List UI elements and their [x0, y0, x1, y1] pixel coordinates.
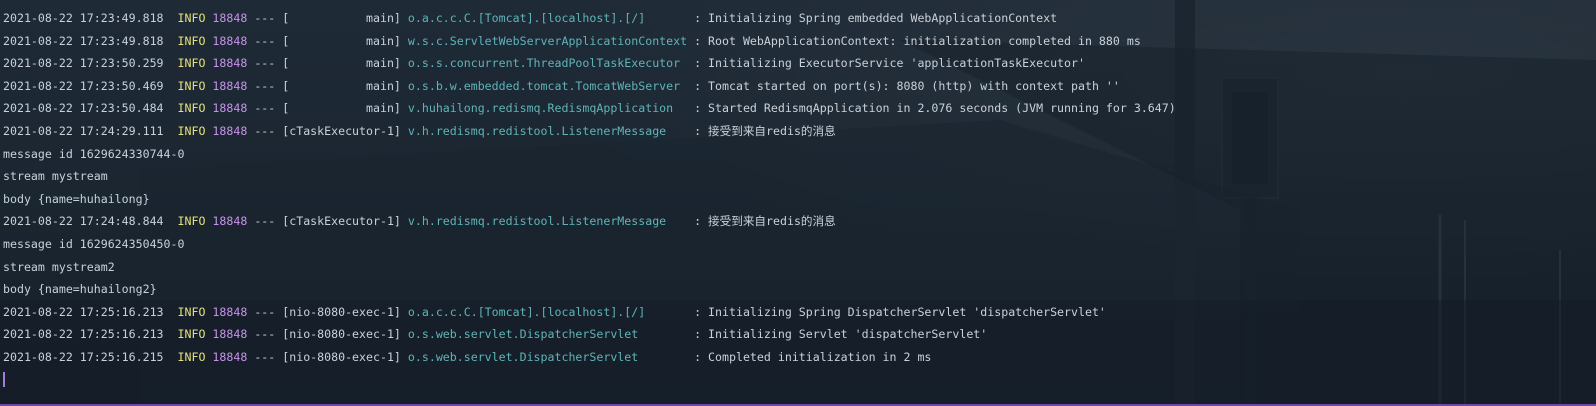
log-thread: [ main]	[282, 101, 401, 116]
log-thread: [nio-8080-exec-1]	[282, 349, 401, 364]
log-thread: [ main]	[282, 33, 401, 48]
log-logger: o.s.b.w.embedded.tomcat.TomcatWebServer	[407, 78, 688, 93]
log-line: 2021-08-22 17:23:50.259 INFO 18848 --- […	[3, 52, 1596, 75]
output-line: body {name=huhailong2}	[3, 282, 157, 297]
log-level: INFO	[177, 101, 206, 116]
log-timestamp: 2021-08-22 17:25:16.213	[3, 327, 164, 342]
log-timestamp: 2021-08-22 17:23:50.259	[3, 56, 164, 71]
log-timestamp: 2021-08-22 17:23:50.469	[3, 78, 164, 93]
log-level: INFO	[177, 327, 206, 342]
output-line: stream mystream	[3, 169, 108, 184]
log-message: : Initializing Servlet 'dispatcherServle…	[694, 327, 988, 342]
log-level: INFO	[177, 214, 206, 229]
log-message: : Root WebApplicationContext: initializa…	[694, 33, 1141, 48]
output-line: stream mystream2	[3, 259, 115, 274]
log-separator: ---	[254, 327, 276, 342]
log-logger: v.h.redismq.redistool.ListenerMessage	[407, 214, 688, 229]
console-output[interactable]: 2021-08-22 17:23:49.818 INFO 18848 --- […	[3, 7, 1596, 369]
log-thread: [nio-8080-exec-1]	[282, 304, 401, 319]
log-message: : Tomcat started on port(s): 8080 (http)…	[694, 78, 1120, 93]
log-message: : 接受到来自redis的消息	[694, 214, 836, 229]
log-message: : 接受到来自redis的消息	[694, 123, 836, 138]
log-line: 2021-08-22 17:23:50.484 INFO 18848 --- […	[3, 97, 1596, 120]
log-line: 2021-08-22 17:25:16.213 INFO 18848 --- […	[3, 301, 1596, 324]
log-logger: o.a.c.c.C.[Tomcat].[localhost].[/]	[407, 304, 688, 319]
log-timestamp: 2021-08-22 17:23:50.484	[3, 101, 164, 116]
log-message: : Initializing Spring embedded WebApplic…	[694, 11, 1058, 25]
log-logger: v.huhailong.redismq.RedismqApplication	[407, 101, 688, 116]
log-pid: 18848	[212, 327, 248, 342]
log-level: INFO	[177, 123, 206, 138]
output-line: message id 1629624330744-0	[3, 146, 185, 161]
output-line: body {name=huhailong}	[3, 191, 150, 206]
log-line: 2021-08-22 17:24:29.111 INFO 18848 --- […	[3, 120, 1596, 143]
log-timestamp: 2021-08-22 17:24:29.111	[3, 123, 164, 138]
log-timestamp: 2021-08-22 17:24:48.844	[3, 214, 164, 229]
log-separator: ---	[254, 33, 276, 48]
log-message: : Started RedismqApplication in 2.076 se…	[694, 101, 1176, 116]
log-logger: o.s.s.concurrent.ThreadPoolTaskExecutor	[407, 56, 688, 71]
log-separator: ---	[254, 123, 276, 138]
log-level: INFO	[177, 33, 206, 48]
log-message: : Initializing Spring DispatcherServlet …	[694, 304, 1106, 319]
log-logger: o.s.web.servlet.DispatcherServlet	[407, 327, 688, 342]
log-thread: [ main]	[282, 78, 401, 93]
log-thread: [ main]	[282, 56, 401, 71]
log-thread: [ main]	[282, 11, 401, 25]
log-pid: 18848	[212, 349, 248, 364]
log-logger: w.s.c.ServletWebServerApplicationContext	[407, 33, 688, 48]
log-logger: o.s.web.servlet.DispatcherServlet	[407, 349, 688, 364]
log-level: INFO	[177, 78, 206, 93]
log-thread: [nio-8080-exec-1]	[282, 327, 401, 342]
log-separator: ---	[254, 304, 276, 319]
log-timestamp: 2021-08-22 17:25:16.215	[3, 349, 164, 364]
log-pid: 18848	[212, 123, 248, 138]
log-message: : Initializing ExecutorService 'applicat…	[694, 56, 1085, 71]
log-separator: ---	[254, 78, 276, 93]
log-pid: 18848	[212, 101, 248, 116]
text-cursor[interactable]	[3, 372, 5, 387]
log-line: 2021-08-22 17:23:49.818 INFO 18848 --- […	[3, 30, 1596, 53]
log-separator: ---	[254, 214, 276, 229]
log-line: 2021-08-22 17:25:16.215 INFO 18848 --- […	[3, 346, 1596, 369]
log-pid: 18848	[212, 214, 248, 229]
log-line: 2021-08-22 17:24:48.844 INFO 18848 --- […	[3, 210, 1596, 233]
log-pid: 18848	[212, 56, 248, 71]
log-level: INFO	[177, 11, 206, 25]
log-logger: v.h.redismq.redistool.ListenerMessage	[407, 123, 688, 138]
log-message: : Completed initialization in 2 ms	[694, 349, 932, 364]
log-level: INFO	[177, 56, 206, 71]
log-pid: 18848	[212, 78, 248, 93]
log-thread: [cTaskExecutor-1]	[282, 214, 401, 229]
log-pid: 18848	[212, 304, 248, 319]
log-logger: o.a.c.c.C.[Tomcat].[localhost].[/]	[407, 11, 688, 25]
log-separator: ---	[254, 56, 276, 71]
log-level: INFO	[177, 349, 206, 364]
log-line: 2021-08-22 17:23:50.469 INFO 18848 --- […	[3, 75, 1596, 98]
log-line: 2021-08-22 17:23:49.818 INFO 18848 --- […	[3, 7, 1596, 30]
log-separator: ---	[254, 11, 276, 25]
log-timestamp: 2021-08-22 17:23:49.818	[3, 33, 164, 48]
log-pid: 18848	[212, 33, 248, 48]
log-level: INFO	[177, 304, 206, 319]
log-separator: ---	[254, 101, 276, 116]
log-timestamp: 2021-08-22 17:25:16.213	[3, 304, 164, 319]
log-separator: ---	[254, 349, 276, 364]
log-thread: [cTaskExecutor-1]	[282, 123, 401, 138]
log-timestamp: 2021-08-22 17:23:49.818	[3, 11, 164, 25]
output-line: message id 1629624350450-0	[3, 236, 185, 251]
log-pid: 18848	[212, 11, 248, 25]
log-line: 2021-08-22 17:25:16.213 INFO 18848 --- […	[3, 323, 1596, 346]
